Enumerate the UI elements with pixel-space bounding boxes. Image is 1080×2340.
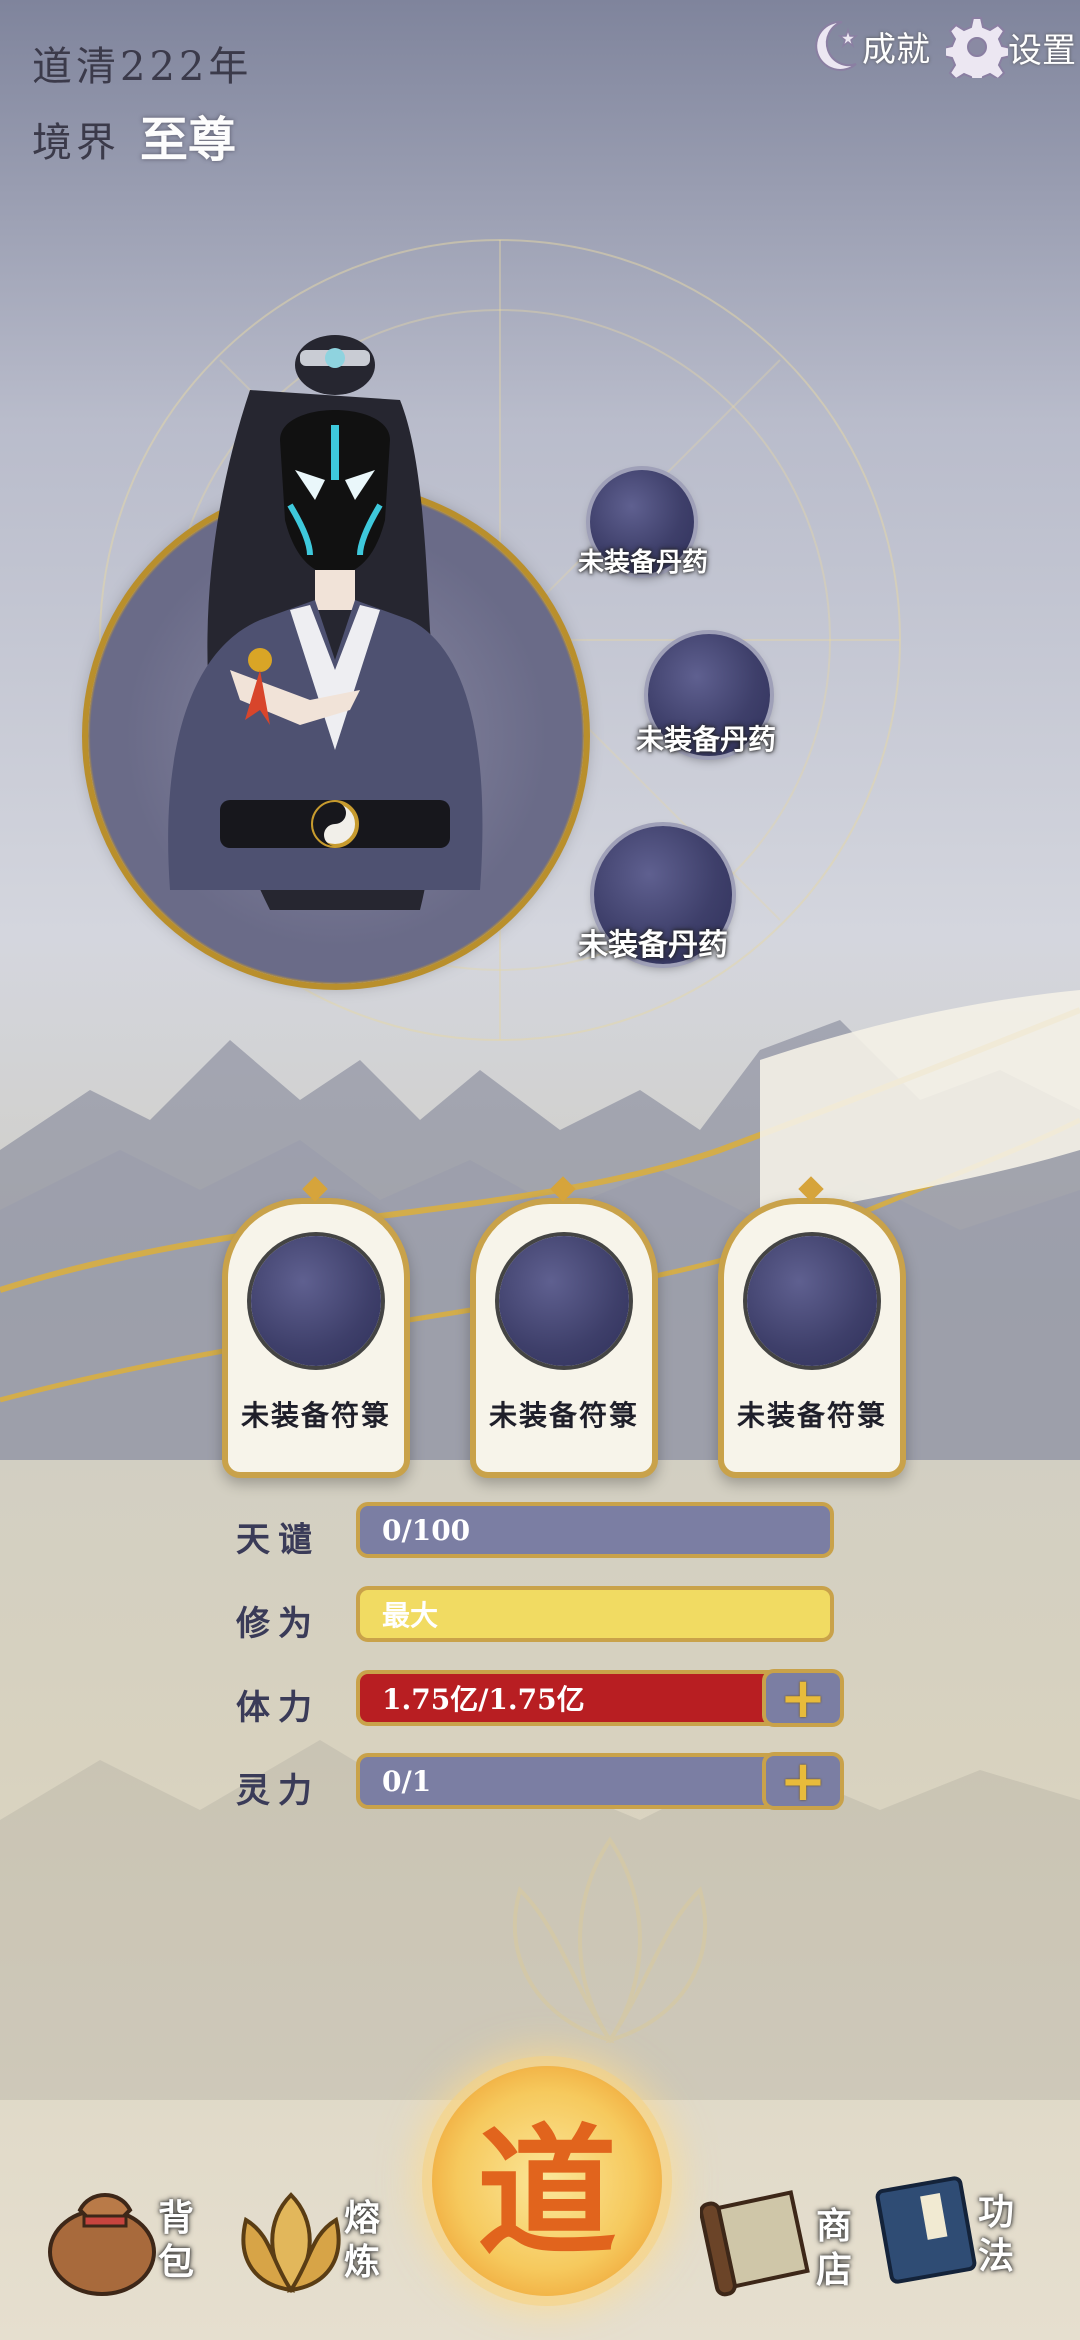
talisman-slot-circle — [747, 1236, 877, 1366]
talisman-slot-label: 未装备符箓 — [488, 1399, 639, 1432]
talisman-slot-label: 未装备符箓 — [240, 1399, 391, 1432]
realm-row: 境界 至尊 — [32, 100, 236, 170]
tianqian-label: 天谴 — [236, 1520, 320, 1560]
xiuwei-value: 最大 — [382, 1599, 439, 1632]
pill-slot-label: 未装备丹药 — [636, 723, 777, 756]
realm-label: 境界 — [32, 120, 120, 166]
nav-bag-label: 背包 — [158, 2197, 195, 2283]
dao-label: 道 — [476, 2111, 617, 2275]
tili-add-button[interactable]: + — [762, 1669, 844, 1727]
nav-shop-label: 商店 — [816, 2205, 853, 2291]
lingli-value: 0/1 — [382, 1764, 432, 1798]
talisman-slot-circle — [251, 1236, 381, 1366]
nav-refine[interactable]: 熔炼 — [226, 2180, 396, 2310]
bag-icon — [48, 2193, 156, 2296]
nav-shop[interactable]: 商店 — [699, 2180, 860, 2310]
talisman-slot-1[interactable]: 未装备符箓 — [222, 1176, 410, 1478]
tili-label: 体力 — [236, 1688, 320, 1728]
settings-button[interactable]: 设置 — [946, 16, 1076, 78]
nav-skills[interactable]: 功法 — [866, 2170, 1036, 2310]
tianqian-value: 0/100 — [382, 1513, 471, 1547]
achievements-button[interactable]: 成就 — [812, 16, 930, 76]
pill-slot-label: 未装备丹药 — [578, 548, 709, 578]
talisman-slot-circle — [499, 1236, 629, 1366]
dao-cultivate-button[interactable]: 道 — [432, 2066, 662, 2296]
character-portrait[interactable] — [110, 330, 580, 950]
talisman-slot-2[interactable]: 未装备符箓 — [470, 1176, 658, 1478]
tianqian-bar: 0/100 — [356, 1502, 834, 1558]
pill-slot-label: 未装备丹药 — [578, 928, 728, 963]
tili-value: 1.75亿/1.75亿 — [382, 1683, 585, 1716]
talisman-slot-label: 未装备符箓 — [736, 1399, 887, 1432]
year-label: 道清222年 — [32, 44, 253, 90]
xiuwei-bar: 最大 — [356, 1586, 834, 1642]
xiuwei-label: 修为 — [236, 1604, 320, 1644]
nav-skills-label: 功法 — [978, 2191, 1015, 2277]
lotus-furnace-icon — [241, 2192, 341, 2294]
plus-icon: + — [779, 1665, 827, 1731]
nav-refine-label: 熔炼 — [344, 2197, 381, 2283]
settings-label: 设置 — [1008, 30, 1076, 71]
moon-star-icon — [815, 20, 859, 71]
achievements-label: 成就 — [862, 29, 930, 70]
nav-bag[interactable]: 背包 — [40, 2170, 194, 2310]
gear-icon — [946, 17, 1008, 78]
realm-value: 至尊 — [140, 112, 237, 168]
scroll-map-icon — [699, 2190, 810, 2297]
lingli-label: 灵力 — [236, 1771, 320, 1811]
lotus-decoration — [512, 1836, 708, 2044]
talisman-slot-3[interactable]: 未装备符箓 — [718, 1176, 906, 1478]
book-icon — [875, 2176, 977, 2284]
